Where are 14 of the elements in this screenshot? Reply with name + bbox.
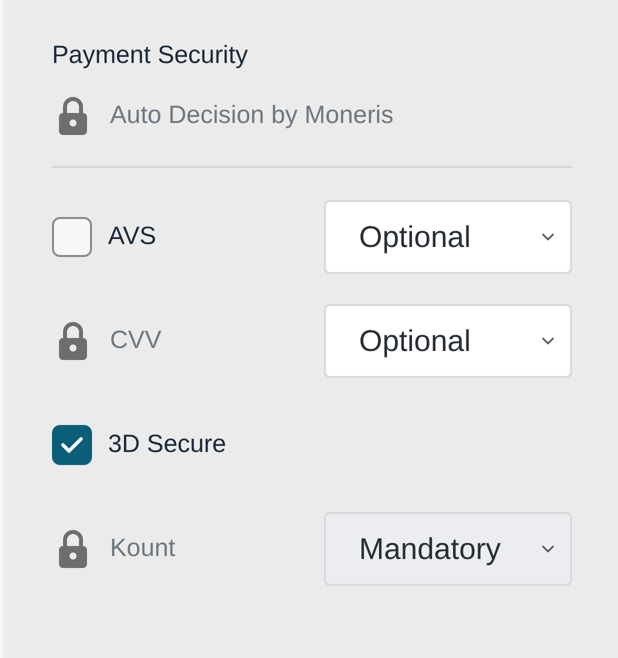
option-label: CVV	[110, 325, 162, 356]
lock-icon	[58, 529, 88, 569]
check-icon	[60, 435, 84, 455]
auto-decision-label: Auto Decision by Moneris	[110, 100, 394, 132]
section-title: Payment Security	[52, 40, 249, 71]
select-dropdown[interactable]: Optional	[324, 200, 572, 274]
option-label: 3D Secure	[108, 429, 226, 460]
lock-icon	[58, 96, 88, 136]
select-dropdown[interactable]: Optional	[324, 304, 572, 378]
lock-icon	[58, 321, 88, 361]
option-label: AVS	[108, 221, 156, 252]
checkbox[interactable]	[52, 217, 92, 257]
option-label: Kount	[110, 533, 176, 564]
checkbox[interactable]	[52, 425, 92, 465]
